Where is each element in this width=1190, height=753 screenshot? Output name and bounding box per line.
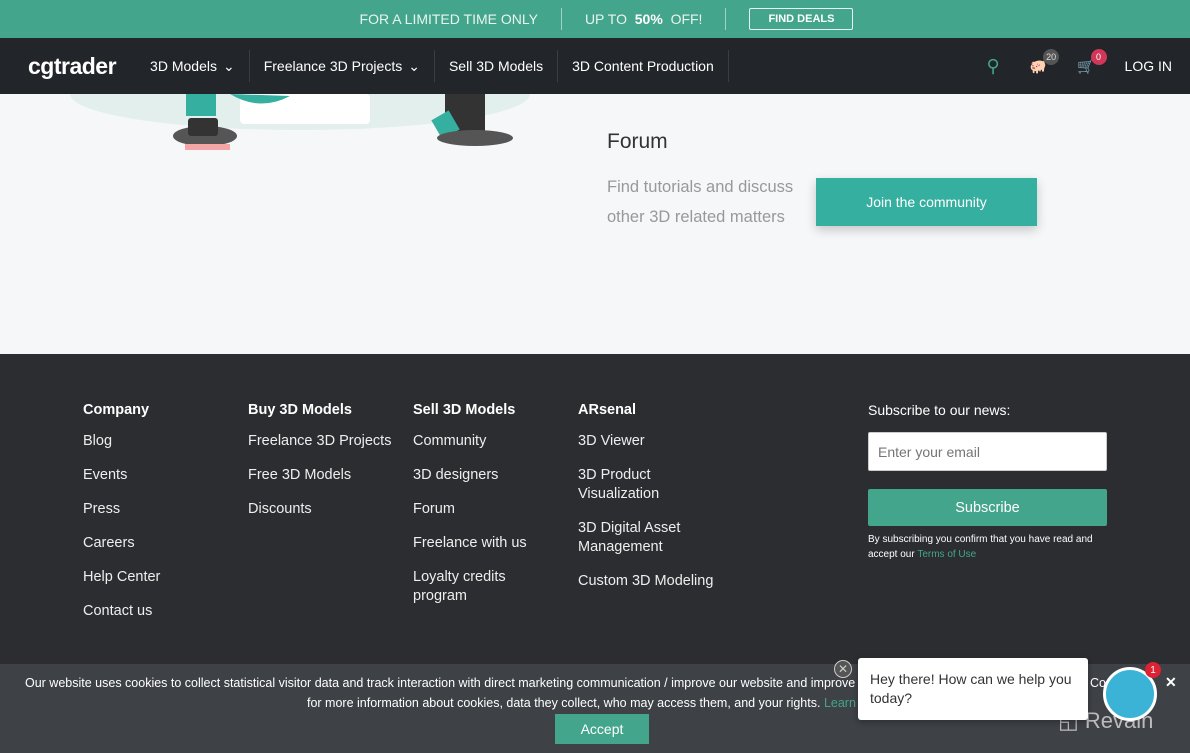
promo-discount: UP TO 50% OFF! [584, 11, 703, 27]
footer-link[interactable]: Events [83, 466, 160, 485]
cart-badge: 0 [1090, 48, 1107, 65]
cart-icon[interactable]: 🛒 0 [1077, 48, 1107, 75]
search-icon[interactable]: ⚲ [986, 56, 999, 77]
column-title: Buy 3D Models [248, 402, 352, 418]
footer-link[interactable]: Blog [83, 432, 160, 451]
subscribe-form: Subscribe to our news: Subscribe By subs… [868, 402, 1107, 562]
promo-text: FOR A LIMITED TIME ONLY [359, 11, 538, 27]
nav-freelance[interactable]: Freelance 3D Projects ⌄ [250, 50, 435, 82]
promo-banner: FOR A LIMITED TIME ONLY UP TO 50% OFF! F… [0, 0, 1190, 38]
close-cookie-icon[interactable]: ✕ [1165, 674, 1177, 691]
forum-description: Find tutorials and discuss other 3D rela… [607, 178, 794, 226]
main-nav: cgtrader 3D Models ⌄ Freelance 3D Project… [0, 38, 1190, 94]
footer-link[interactable]: Press [83, 500, 160, 519]
footer-link[interactable]: Discounts [248, 500, 391, 519]
column-title: Sell 3D Models [413, 402, 516, 418]
find-deals-button[interactable]: FIND DEALS [749, 8, 854, 30]
terms-link[interactable]: Terms of Use [917, 549, 976, 560]
nav-sell[interactable]: Sell 3D Models [435, 50, 559, 82]
email-input[interactable] [868, 432, 1107, 471]
footer-link[interactable]: Freelance with us [413, 534, 543, 553]
forum-title: Forum [607, 130, 668, 153]
forum-section: Forum Find tutorials and discuss other 3… [0, 94, 1190, 354]
wishlist-icon[interactable]: 🐖 20 [1030, 48, 1060, 75]
accept-button[interactable]: Accept [555, 714, 649, 744]
footer-link[interactable]: Custom 3D Modeling [578, 572, 718, 591]
community-illustration [70, 94, 530, 150]
footer-col-arsenal: ARsenal 3D Viewer 3D Product Visualizati… [578, 402, 718, 606]
join-community-button[interactable]: Join the community [816, 178, 1037, 226]
chevron-down-icon: ⌄ [222, 57, 235, 74]
subscribe-title: Subscribe to our news: [868, 402, 1011, 418]
cookie-text-2: for more information about cookies, data… [307, 696, 870, 710]
logo[interactable]: cgtrader [28, 53, 117, 80]
footer-link[interactable]: 3D Digital Asset Management [578, 519, 688, 557]
chat-bubble[interactable]: Hey there! How can we help you today? [858, 658, 1088, 720]
footer-link[interactable]: Help Center [83, 568, 160, 587]
footer-link[interactable]: Loyalty credits program [413, 568, 523, 606]
footer-link[interactable]: Free 3D Models [248, 466, 391, 485]
divider [725, 8, 727, 30]
footer-link[interactable]: Careers [83, 534, 160, 553]
footer-link[interactable]: 3D Product Visualization [578, 466, 678, 504]
login-link[interactable]: LOG IN [1125, 58, 1172, 74]
column-title: Company [83, 402, 150, 418]
footer-col-company: Company Blog Events Press Careers Help C… [83, 402, 160, 636]
subscribe-note: By subscribing you confirm that you have… [868, 534, 1093, 560]
close-chat-icon[interactable]: ✕ [834, 660, 852, 678]
nav-3d-models[interactable]: 3D Models ⌄ [136, 50, 250, 82]
footer-link[interactable]: Community [413, 432, 543, 451]
footer-link[interactable]: Contact us [83, 602, 160, 621]
footer-col-buy: Buy 3D Models Freelance 3D Projects Free… [248, 402, 391, 534]
column-title: ARsenal [578, 402, 637, 418]
footer-link[interactable]: Freelance 3D Projects [248, 432, 391, 451]
cookie-text: Our website uses cookies to collect stat… [25, 676, 856, 690]
chevron-down-icon: ⌄ [408, 57, 420, 74]
subscribe-button[interactable]: Subscribe [868, 489, 1107, 526]
nav-content-production[interactable]: 3D Content Production [558, 50, 729, 82]
footer-link[interactable]: 3D Viewer [578, 432, 718, 451]
footer-col-sell: Sell 3D Models Community 3D designers Fo… [413, 402, 543, 621]
wishlist-badge: 20 [1043, 48, 1060, 65]
footer-link[interactable]: Forum [413, 500, 543, 519]
footer-link[interactable]: 3D designers [413, 466, 543, 485]
chat-badge: 1 [1145, 662, 1161, 678]
footer: Company Blog Events Press Careers Help C… [0, 354, 1190, 664]
